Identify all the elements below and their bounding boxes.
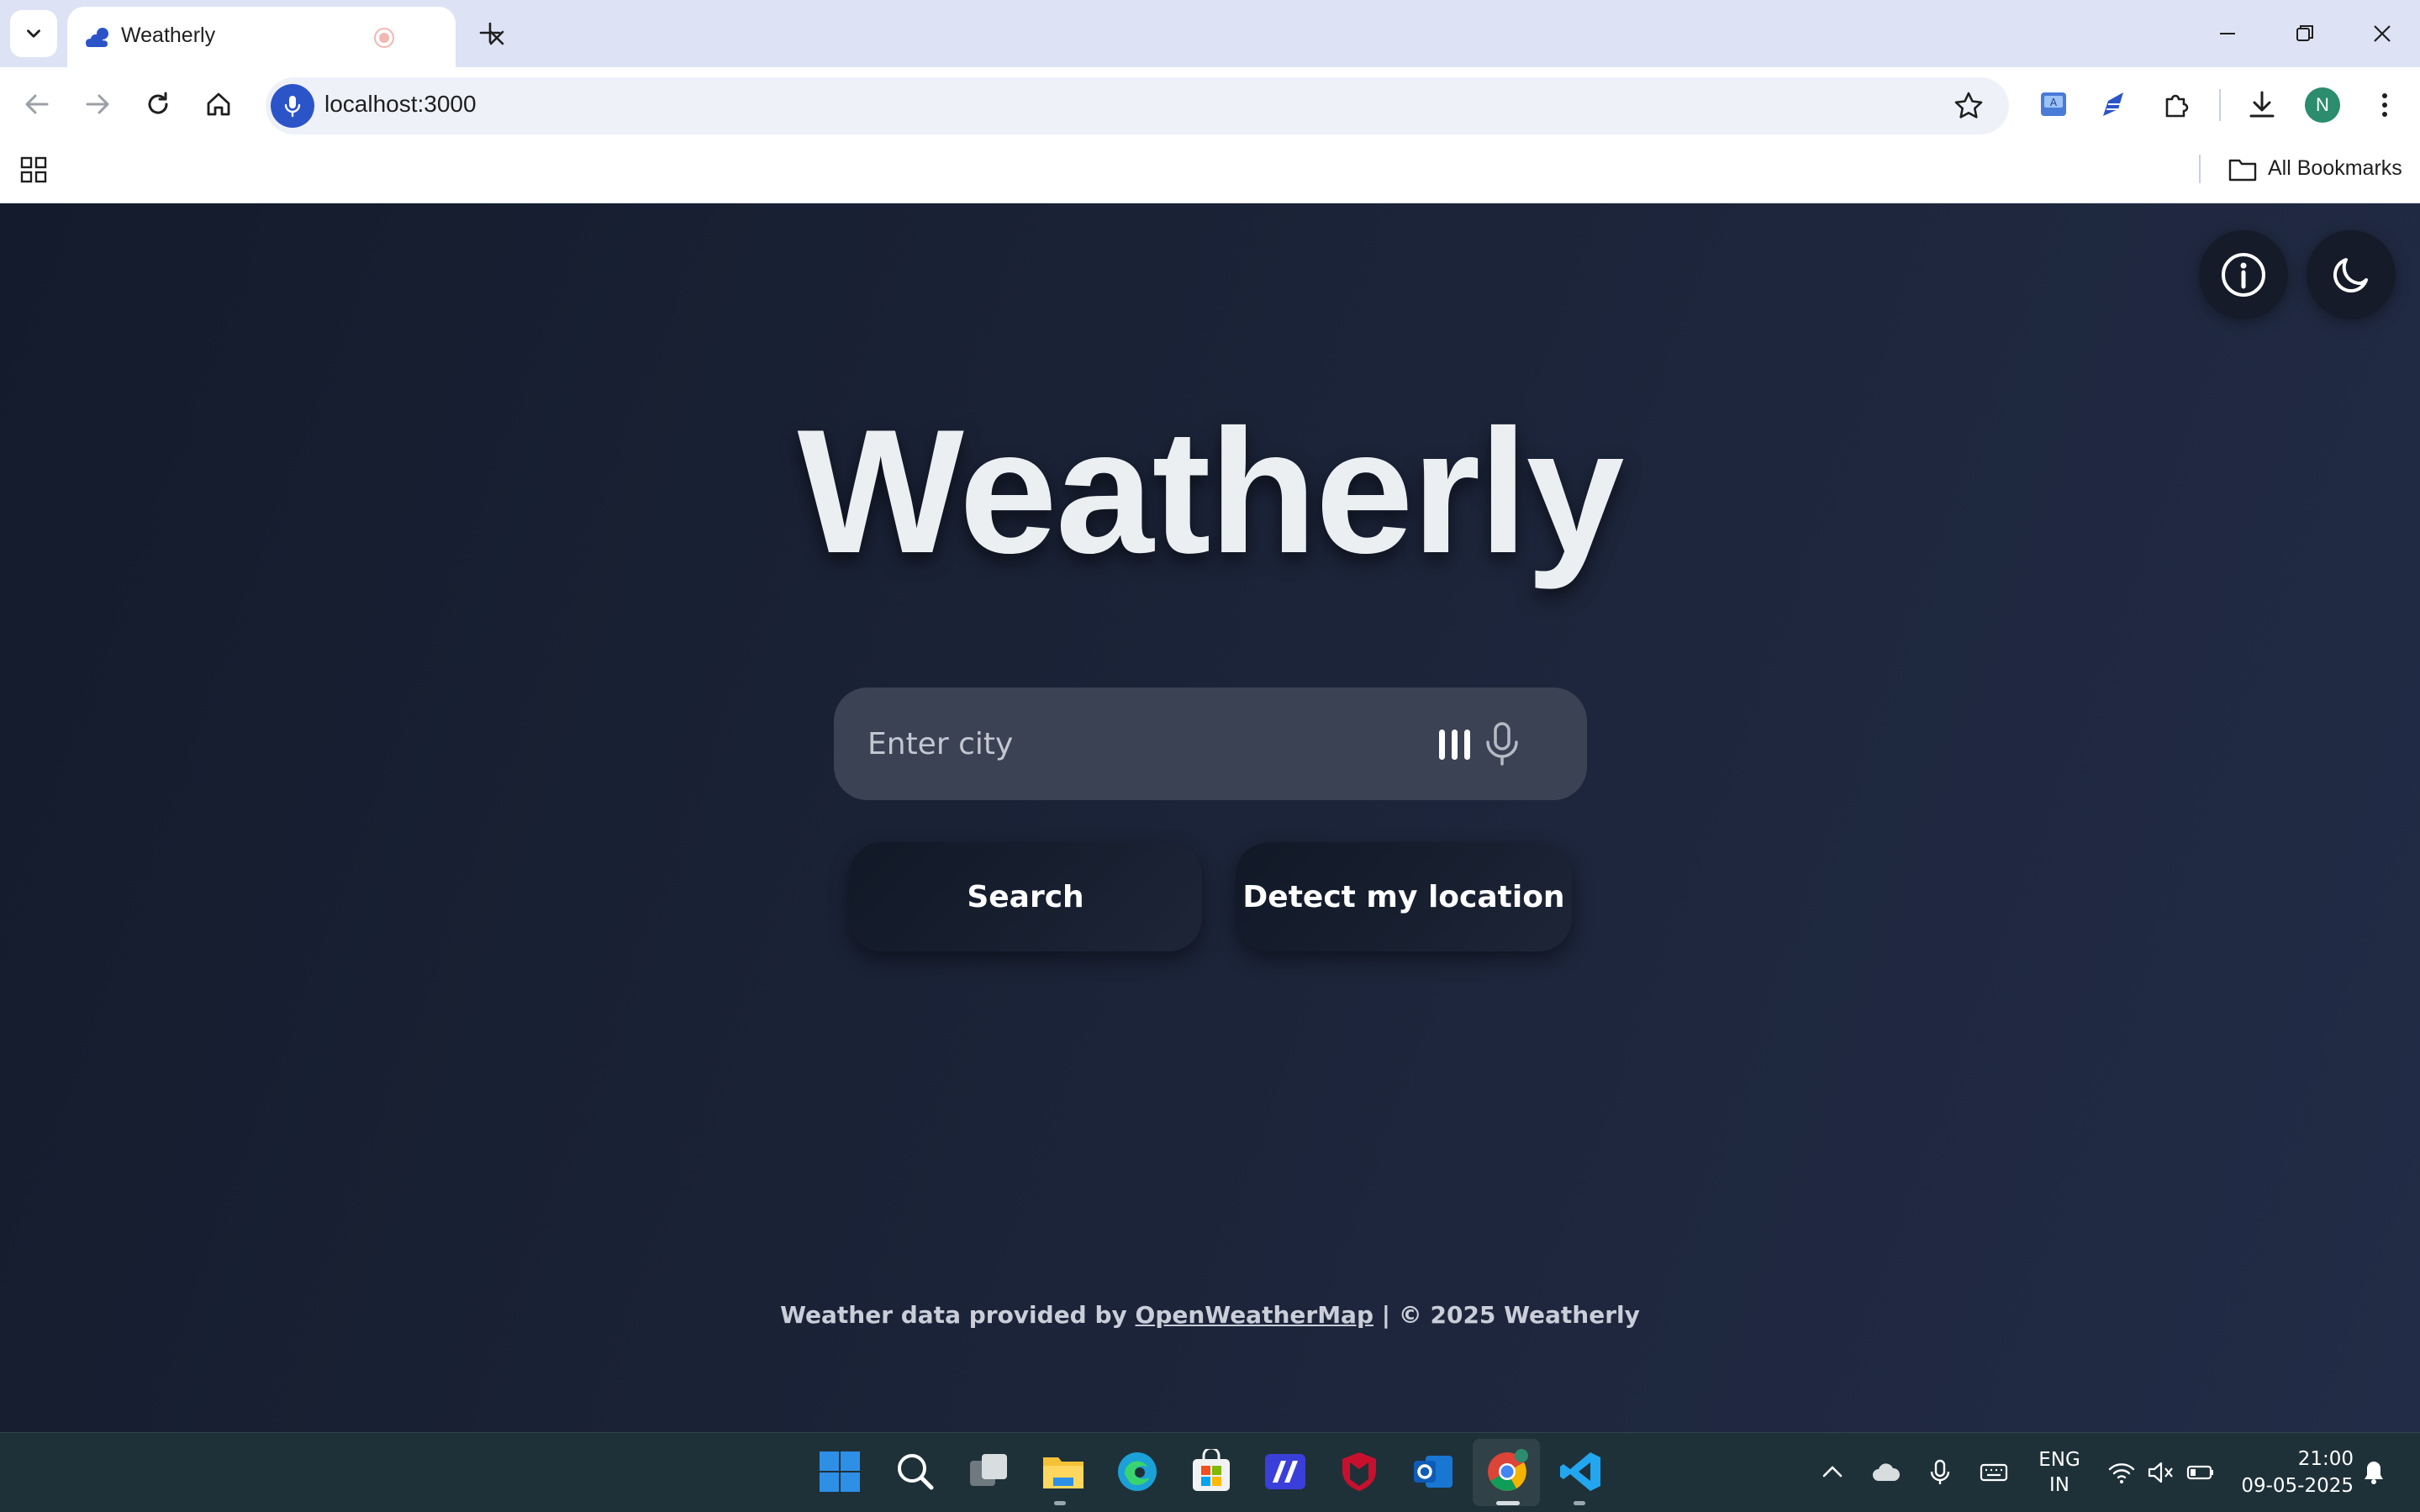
more-menu-icon[interactable]: [2367, 87, 2402, 123]
show-hidden-icons-chevron-icon[interactable]: [1817, 1457, 1848, 1488]
microsoft-store-icon[interactable]: [1189, 1449, 1234, 1494]
info-icon: [2222, 253, 2265, 297]
volume-muted-icon[interactable]: [2145, 1457, 2175, 1488]
clock[interactable]: 21:00 09-05-2025: [2236, 1446, 2354, 1499]
new-tab-icon[interactable]: [476, 18, 504, 47]
vs-app-icon[interactable]: [1263, 1449, 1308, 1494]
minimize-icon[interactable]: [2212, 18, 2243, 49]
detect-location-button[interactable]: Detect my location: [1236, 842, 1572, 951]
recording-indicator-icon: [374, 28, 394, 48]
close-window-icon[interactable]: [2367, 18, 2397, 49]
svg-text:A: A: [2050, 97, 2058, 108]
url-text[interactable]: localhost:3000: [324, 91, 477, 118]
vscode-icon[interactable]: [1558, 1449, 1604, 1494]
translate-extension-icon[interactable]: A: [2036, 87, 2071, 123]
city-input[interactable]: [867, 721, 1372, 767]
edge-browser-icon[interactable]: [1115, 1449, 1160, 1494]
footer-copyright-text: | © 2025 Weatherly: [1381, 1301, 1640, 1329]
openweathermap-link[interactable]: OpenWeatherMap: [1136, 1301, 1373, 1329]
search-icon[interactable]: [893, 1449, 938, 1494]
outlook-icon[interactable]: [1410, 1449, 1456, 1494]
pen-extension-icon[interactable]: [2096, 87, 2132, 123]
weatherly-page: Weatherly Search Detect my location Weat…: [0, 203, 2420, 1432]
mcafee-icon[interactable]: [1337, 1449, 1382, 1494]
voice-search-mic-icon[interactable]: [1481, 721, 1523, 767]
chrome-icon[interactable]: [1484, 1449, 1530, 1494]
audio-bars-icon[interactable]: [1437, 726, 1474, 763]
file-explorer-icon[interactable]: [1041, 1449, 1086, 1494]
city-search-box: [834, 688, 1587, 800]
back-arrow-icon[interactable]: [20, 87, 54, 121]
microphone-icon: [284, 96, 301, 118]
moon-icon: [2333, 258, 2368, 293]
forward-arrow-icon[interactable]: [81, 87, 114, 121]
search-button[interactable]: Search: [849, 842, 1202, 951]
clock-date: 09-05-2025: [2241, 1475, 2354, 1497]
theme-toggle-button[interactable]: [2307, 230, 2396, 319]
chevron-down-icon: [27, 29, 40, 38]
wifi-icon[interactable]: [2106, 1457, 2137, 1488]
language-code: ENG: [2038, 1449, 2080, 1471]
running-indicator: [1574, 1501, 1585, 1505]
task-view-icon[interactable]: [967, 1449, 1012, 1494]
bookmarks-bar: [0, 143, 2420, 203]
browser-tab-weatherly[interactable]: Weatherly: [67, 7, 504, 67]
tab-title: Weatherly: [121, 24, 216, 47]
tab-search-button[interactable]: [10, 10, 57, 57]
onedrive-cloud-icon[interactable]: [1871, 1457, 1901, 1488]
site-mic-permission-button[interactable]: [271, 84, 314, 128]
app-title: Weatherly: [797, 392, 1625, 590]
reload-icon[interactable]: [141, 87, 175, 121]
bookmarks-divider: [2199, 155, 2201, 183]
input-language-indicator[interactable]: ENG IN: [2034, 1447, 2085, 1498]
info-button[interactable]: [2199, 230, 2288, 319]
puzzle-extensions-icon[interactable]: [2159, 87, 2194, 123]
apps-grid-icon[interactable]: [18, 155, 49, 185]
home-icon[interactable]: [202, 87, 235, 121]
all-bookmarks-label[interactable]: All Bookmarks: [2268, 156, 2402, 181]
running-indicator: [1054, 1501, 1066, 1505]
folder-icon[interactable]: [2228, 155, 2258, 183]
notification-bell-icon[interactable]: [2359, 1457, 2389, 1488]
footer-credit-text: Weather data provided by: [780, 1301, 1127, 1329]
page-footer: Weather data provided by OpenWeatherMap …: [0, 1301, 2420, 1329]
toolbar-divider: [2219, 89, 2221, 121]
battery-icon[interactable]: [2185, 1457, 2216, 1488]
windows-start-icon[interactable]: [817, 1449, 862, 1494]
keyboard-icon[interactable]: [1979, 1457, 2009, 1488]
profile-avatar[interactable]: N: [2305, 87, 2340, 123]
clock-time: 21:00: [2297, 1448, 2354, 1470]
weather-cloud-icon: [86, 28, 108, 47]
microphone-tray-icon[interactable]: [1925, 1457, 1955, 1488]
download-icon[interactable]: [2244, 87, 2280, 123]
address-bar[interactable]: [266, 77, 2009, 134]
region-code: IN: [2049, 1474, 2069, 1496]
active-indicator: [1496, 1501, 1520, 1505]
restore-icon[interactable]: [2290, 18, 2320, 49]
bookmark-star-icon[interactable]: [1952, 89, 1985, 123]
